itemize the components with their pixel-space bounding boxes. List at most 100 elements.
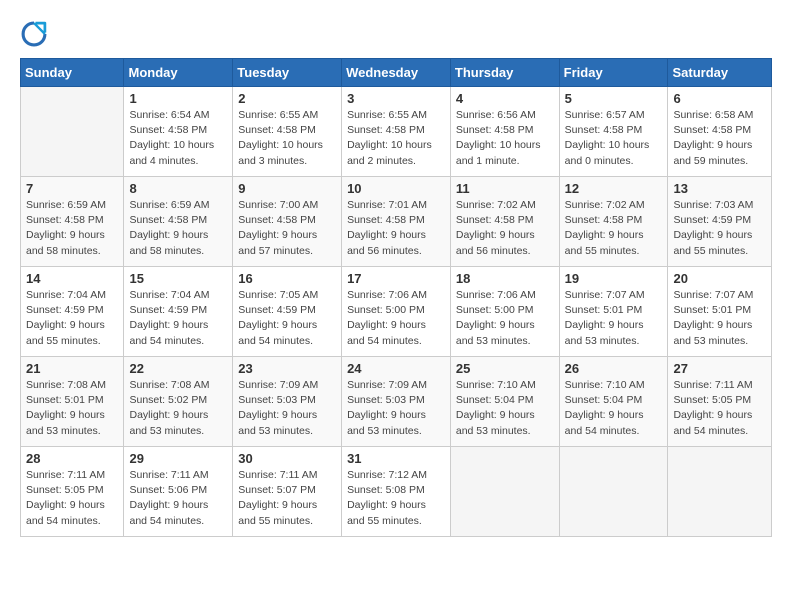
week-row-3: 14 Sunrise: 7:04 AMSunset: 4:59 PMDayligh… <box>21 267 772 357</box>
calendar-cell: 21 Sunrise: 7:08 AMSunset: 5:01 PMDayligh… <box>21 357 124 447</box>
col-header-friday: Friday <box>559 59 668 87</box>
calendar-cell: 28 Sunrise: 7:11 AMSunset: 5:05 PMDayligh… <box>21 447 124 537</box>
day-number: 29 <box>129 451 227 466</box>
day-number: 19 <box>565 271 663 286</box>
calendar-cell: 20 Sunrise: 7:07 AMSunset: 5:01 PMDayligh… <box>668 267 772 357</box>
calendar-cell: 12 Sunrise: 7:02 AMSunset: 4:58 PMDayligh… <box>559 177 668 267</box>
calendar-cell: 26 Sunrise: 7:10 AMSunset: 5:04 PMDayligh… <box>559 357 668 447</box>
calendar-cell: 13 Sunrise: 7:03 AMSunset: 4:59 PMDayligh… <box>668 177 772 267</box>
week-row-2: 7 Sunrise: 6:59 AMSunset: 4:58 PMDaylight… <box>21 177 772 267</box>
day-info: Sunrise: 7:02 AMSunset: 4:58 PMDaylight:… <box>456 198 554 259</box>
day-info: Sunrise: 7:08 AMSunset: 5:02 PMDaylight:… <box>129 378 227 439</box>
calendar-cell: 15 Sunrise: 7:04 AMSunset: 4:59 PMDayligh… <box>124 267 233 357</box>
day-number: 25 <box>456 361 554 376</box>
day-number: 20 <box>673 271 766 286</box>
day-info: Sunrise: 6:54 AMSunset: 4:58 PMDaylight:… <box>129 108 227 169</box>
calendar-cell: 18 Sunrise: 7:06 AMSunset: 5:00 PMDayligh… <box>450 267 559 357</box>
day-number: 11 <box>456 181 554 196</box>
day-number: 30 <box>238 451 336 466</box>
calendar-cell: 7 Sunrise: 6:59 AMSunset: 4:58 PMDaylight… <box>21 177 124 267</box>
calendar-cell: 19 Sunrise: 7:07 AMSunset: 5:01 PMDayligh… <box>559 267 668 357</box>
day-info: Sunrise: 7:04 AMSunset: 4:59 PMDaylight:… <box>129 288 227 349</box>
day-number: 15 <box>129 271 227 286</box>
week-row-1: 1 Sunrise: 6:54 AMSunset: 4:58 PMDaylight… <box>21 87 772 177</box>
col-header-sunday: Sunday <box>21 59 124 87</box>
day-number: 7 <box>26 181 118 196</box>
day-number: 24 <box>347 361 445 376</box>
calendar-cell: 5Sunrise: 6:57 AMSunset: 4:58 PMDaylight… <box>559 87 668 177</box>
day-info: Sunrise: 6:59 AMSunset: 4:58 PMDaylight:… <box>129 198 227 259</box>
day-number: 22 <box>129 361 227 376</box>
calendar-table: SundayMondayTuesdayWednesdayThursdayFrid… <box>20 58 772 537</box>
day-number: 2 <box>238 91 336 106</box>
day-number: 9 <box>238 181 336 196</box>
header-row: SundayMondayTuesdayWednesdayThursdayFrid… <box>21 59 772 87</box>
day-info: Sunrise: 7:08 AMSunset: 5:01 PMDaylight:… <box>26 378 118 439</box>
calendar-cell: 8 Sunrise: 6:59 AMSunset: 4:58 PMDaylight… <box>124 177 233 267</box>
calendar-cell: 23 Sunrise: 7:09 AMSunset: 5:03 PMDayligh… <box>233 357 342 447</box>
logo-icon <box>20 20 48 48</box>
day-info: Sunrise: 7:05 AMSunset: 4:59 PMDaylight:… <box>238 288 336 349</box>
day-info: Sunrise: 6:57 AMSunset: 4:58 PMDaylight:… <box>565 108 663 169</box>
calendar-cell: 30 Sunrise: 7:11 AMSunset: 5:07 PMDayligh… <box>233 447 342 537</box>
day-info: Sunrise: 7:12 AMSunset: 5:08 PMDaylight:… <box>347 468 445 529</box>
day-info: Sunrise: 7:11 AMSunset: 5:05 PMDaylight:… <box>673 378 766 439</box>
day-info: Sunrise: 6:59 AMSunset: 4:58 PMDaylight:… <box>26 198 118 259</box>
day-info: Sunrise: 7:09 AMSunset: 5:03 PMDaylight:… <box>347 378 445 439</box>
calendar-cell: 14Sunrise: 7:04 AMSunset: 4:59 PMDayligh… <box>21 267 124 357</box>
col-header-monday: Monday <box>124 59 233 87</box>
calendar-cell: 25 Sunrise: 7:10 AMSunset: 5:04 PMDayligh… <box>450 357 559 447</box>
day-info: Sunrise: 7:06 AMSunset: 5:00 PMDaylight:… <box>347 288 445 349</box>
day-number: 21 <box>26 361 118 376</box>
page-header <box>20 20 772 48</box>
calendar-cell: 2 Sunrise: 6:55 AMSunset: 4:58 PMDaylight… <box>233 87 342 177</box>
day-info: Sunrise: 6:55 AMSunset: 4:58 PMDaylight:… <box>347 108 445 169</box>
day-info: Sunrise: 7:07 AMSunset: 5:01 PMDaylight:… <box>565 288 663 349</box>
col-header-wednesday: Wednesday <box>342 59 451 87</box>
day-number: 13 <box>673 181 766 196</box>
day-info: Sunrise: 7:07 AMSunset: 5:01 PMDaylight:… <box>673 288 766 349</box>
day-number: 10 <box>347 181 445 196</box>
calendar-cell: 29 Sunrise: 7:11 AMSunset: 5:06 PMDayligh… <box>124 447 233 537</box>
calendar-cell <box>450 447 559 537</box>
day-number: 12 <box>565 181 663 196</box>
col-header-thursday: Thursday <box>450 59 559 87</box>
logo <box>20 20 52 48</box>
calendar-cell: 4Sunrise: 6:56 AMSunset: 4:58 PMDaylight… <box>450 87 559 177</box>
day-number: 14 <box>26 271 118 286</box>
day-info: Sunrise: 7:02 AMSunset: 4:58 PMDaylight:… <box>565 198 663 259</box>
day-number: 3 <box>347 91 445 106</box>
day-number: 17 <box>347 271 445 286</box>
day-info: Sunrise: 6:55 AMSunset: 4:58 PMDaylight:… <box>238 108 336 169</box>
calendar-cell <box>559 447 668 537</box>
day-info: Sunrise: 7:11 AMSunset: 5:06 PMDaylight:… <box>129 468 227 529</box>
day-info: Sunrise: 7:03 AMSunset: 4:59 PMDaylight:… <box>673 198 766 259</box>
calendar-cell: 24 Sunrise: 7:09 AMSunset: 5:03 PMDayligh… <box>342 357 451 447</box>
calendar-cell: 27 Sunrise: 7:11 AMSunset: 5:05 PMDayligh… <box>668 357 772 447</box>
calendar-cell: 1 Sunrise: 6:54 AMSunset: 4:58 PMDaylight… <box>124 87 233 177</box>
day-info: Sunrise: 7:10 AMSunset: 5:04 PMDaylight:… <box>565 378 663 439</box>
calendar-cell: 6Sunrise: 6:58 AMSunset: 4:58 PMDaylight… <box>668 87 772 177</box>
day-number: 16 <box>238 271 336 286</box>
day-number: 23 <box>238 361 336 376</box>
day-info: Sunrise: 7:11 AMSunset: 5:05 PMDaylight:… <box>26 468 118 529</box>
calendar-cell: 3 Sunrise: 6:55 AMSunset: 4:58 PMDaylight… <box>342 87 451 177</box>
calendar-cell: 17 Sunrise: 7:06 AMSunset: 5:00 PMDayligh… <box>342 267 451 357</box>
calendar-cell: 11 Sunrise: 7:02 AMSunset: 4:58 PMDayligh… <box>450 177 559 267</box>
day-number: 18 <box>456 271 554 286</box>
calendar-cell <box>668 447 772 537</box>
week-row-4: 21 Sunrise: 7:08 AMSunset: 5:01 PMDayligh… <box>21 357 772 447</box>
day-info: Sunrise: 7:01 AMSunset: 4:58 PMDaylight:… <box>347 198 445 259</box>
day-number: 4 <box>456 91 554 106</box>
day-info: Sunrise: 7:06 AMSunset: 5:00 PMDaylight:… <box>456 288 554 349</box>
day-info: Sunrise: 7:11 AMSunset: 5:07 PMDaylight:… <box>238 468 336 529</box>
day-number: 26 <box>565 361 663 376</box>
day-number: 27 <box>673 361 766 376</box>
day-info: Sunrise: 6:58 AMSunset: 4:58 PMDaylight:… <box>673 108 766 169</box>
day-info: Sunrise: 7:10 AMSunset: 5:04 PMDaylight:… <box>456 378 554 439</box>
day-number: 28 <box>26 451 118 466</box>
day-info: Sunrise: 7:09 AMSunset: 5:03 PMDaylight:… <box>238 378 336 439</box>
day-number: 1 <box>129 91 227 106</box>
day-number: 8 <box>129 181 227 196</box>
calendar-cell: 10 Sunrise: 7:01 AMSunset: 4:58 PMDayligh… <box>342 177 451 267</box>
